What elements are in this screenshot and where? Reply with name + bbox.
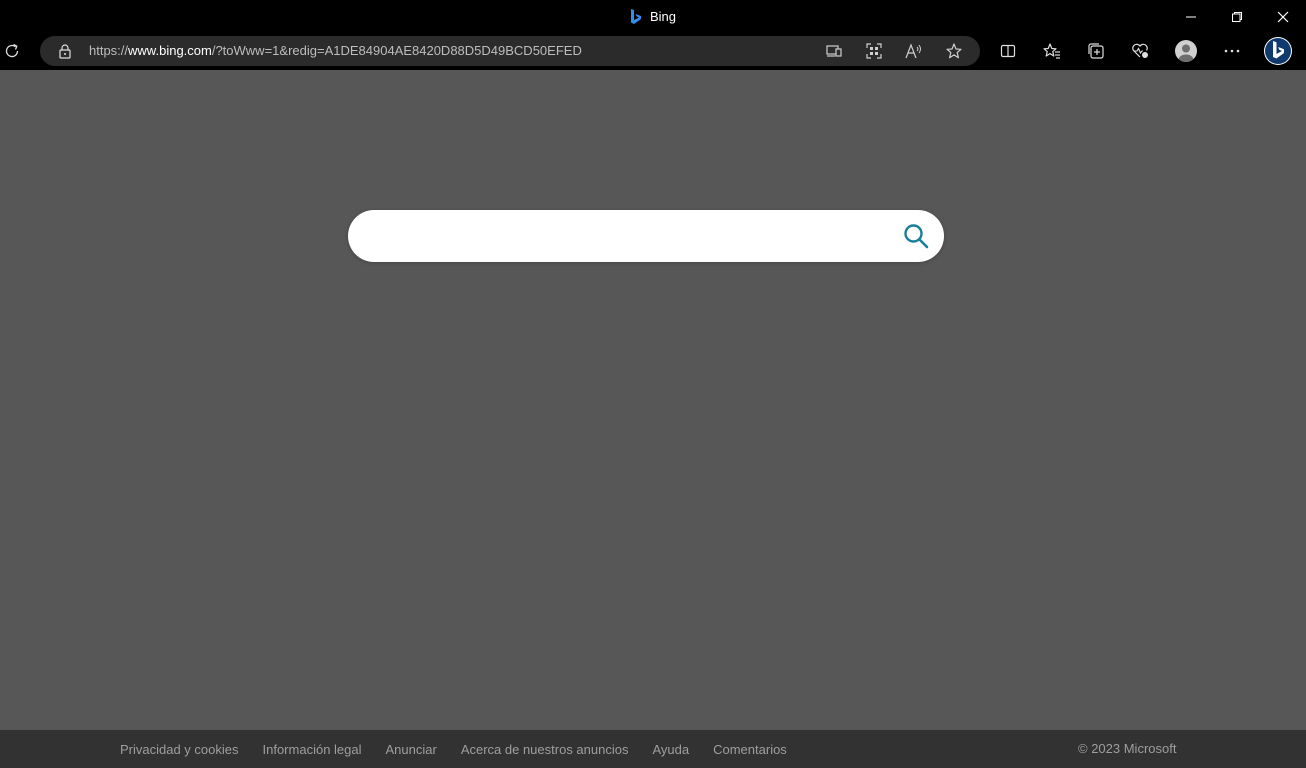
footer-link-privacy[interactable]: Privacidad y cookies bbox=[120, 742, 239, 757]
address-bar[interactable]: https://www.bing.com/?toWww=1&redig=A1DE… bbox=[40, 36, 980, 66]
lock-icon[interactable] bbox=[57, 43, 73, 59]
more-icon bbox=[1224, 49, 1240, 53]
app-available-button[interactable] bbox=[819, 40, 849, 62]
bing-chat-icon bbox=[1264, 37, 1292, 65]
footer: Privacidad y cookies Información legal A… bbox=[0, 730, 1306, 768]
search-icon bbox=[904, 224, 929, 249]
collections-button[interactable] bbox=[1078, 33, 1114, 69]
url-path: /?toWww=1&redig=A1DE84904AE8420D88D5D49B… bbox=[211, 43, 582, 58]
url-text[interactable]: https://www.bing.com/?toWww=1&redig=A1DE… bbox=[89, 36, 582, 66]
read-aloud-icon bbox=[905, 43, 921, 59]
search-box[interactable] bbox=[348, 210, 944, 262]
browser-toolbar: https://www.bing.com/?toWww=1&redig=A1DE… bbox=[0, 33, 1306, 70]
bing-chat-button[interactable] bbox=[1261, 33, 1295, 69]
qr-code-icon bbox=[866, 43, 882, 59]
add-favorite-button[interactable] bbox=[939, 40, 969, 62]
read-aloud-button[interactable] bbox=[899, 40, 929, 62]
minimize-icon bbox=[1186, 16, 1196, 17]
search-button[interactable] bbox=[896, 218, 936, 254]
browser-essentials-button[interactable] bbox=[1122, 33, 1158, 69]
footer-links: Privacidad y cookies Información legal A… bbox=[120, 730, 787, 768]
refresh-icon bbox=[5, 43, 19, 58]
split-screen-button[interactable] bbox=[990, 33, 1026, 69]
copyright: © 2023 Microsoft bbox=[1078, 741, 1177, 756]
profile-icon bbox=[1175, 40, 1197, 62]
favorites-icon bbox=[1043, 43, 1060, 59]
bing-logo-icon bbox=[630, 8, 641, 24]
profile-button[interactable] bbox=[1168, 33, 1204, 69]
more-button[interactable] bbox=[1214, 33, 1250, 69]
collections-icon bbox=[1088, 43, 1104, 59]
search-input[interactable] bbox=[370, 218, 890, 254]
window-title: Bing bbox=[649, 9, 677, 24]
url-prefix: https:// bbox=[89, 43, 129, 58]
footer-link-feedback[interactable]: Comentarios bbox=[713, 742, 787, 757]
favorite-star-icon bbox=[946, 43, 962, 59]
url-host: www.bing.com bbox=[128, 43, 212, 58]
footer-link-advertise[interactable]: Anunciar bbox=[386, 742, 437, 757]
favorites-button[interactable] bbox=[1034, 33, 1070, 69]
minimize-button[interactable] bbox=[1168, 0, 1214, 33]
browser-essentials-icon bbox=[1132, 43, 1148, 58]
qr-code-button[interactable] bbox=[859, 40, 889, 62]
footer-link-help[interactable]: Ayuda bbox=[652, 742, 689, 757]
restore-button[interactable] bbox=[1214, 0, 1260, 33]
window-title-area: Bing bbox=[0, 0, 1306, 33]
restore-icon bbox=[1232, 11, 1242, 22]
refresh-button[interactable] bbox=[0, 33, 30, 69]
close-button[interactable] bbox=[1260, 0, 1306, 33]
title-bar: Bing bbox=[0, 0, 1306, 33]
close-icon bbox=[1277, 11, 1289, 22]
split-screen-icon bbox=[1000, 44, 1016, 58]
app-available-icon bbox=[826, 45, 842, 57]
footer-link-legal[interactable]: Información legal bbox=[263, 742, 362, 757]
footer-link-about-ads[interactable]: Acerca de nuestros anuncios bbox=[461, 742, 629, 757]
